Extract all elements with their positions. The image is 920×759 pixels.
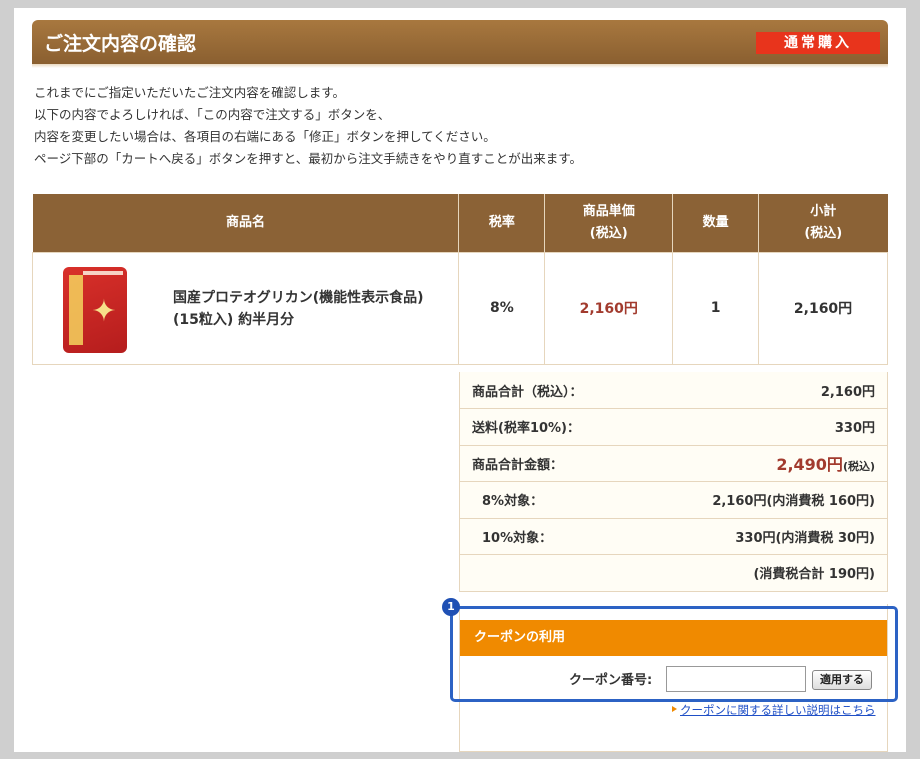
cart-header-row: 商品名 税率 商品単価 (税込) 数量 小計 (税込): [32, 194, 888, 252]
purchase-type-badge: 通常購入: [756, 32, 880, 54]
summary-row: 商品合計金額： 2,490円(税込): [458, 445, 888, 482]
summary-row: 10%対象： 330円(内消費税 30円): [458, 518, 888, 555]
goods-total-value: 2,160円: [638, 372, 888, 409]
grand-total-label: 商品合計金額：: [458, 445, 639, 482]
col-unit-price: 商品単価 (税込): [544, 194, 674, 252]
col-unit-price-label: 商品単価: [582, 203, 635, 219]
header-divider: [32, 64, 888, 68]
col-tax-rate: 税率: [458, 194, 546, 252]
col-unit-price-sub: (税込): [589, 225, 628, 241]
product-package-icon: ✦: [63, 266, 127, 353]
product-name-line: 国産プロテオグリカン(機能性表示食品): [173, 289, 424, 306]
product-subtotal: 2,160円: [758, 251, 888, 365]
product-cell: ✦ 国産プロテオグリカン(機能性表示食品) (15粒入) 約半月分: [31, 251, 460, 365]
tax8-value: 2,160円(内消費税 160円): [638, 481, 888, 519]
intro-line: 内容を変更したい場合は、各項目の右端にある「修正」ボタンを押してください。: [34, 129, 496, 144]
package-cap: [83, 270, 123, 275]
product-unit-price: 2,160円: [544, 251, 674, 365]
shipping-value: 330円: [638, 408, 888, 446]
col-subtotal-label: 小計: [810, 203, 837, 219]
product-tax-rate: 8%: [458, 251, 546, 365]
package-stripe: [69, 274, 83, 345]
col-subtotal: 小計 (税込): [758, 194, 888, 252]
intro-text: これまでにご指定いただいたご注文内容を確認します。 以下の内容でよろしければ、「…: [34, 82, 582, 170]
tax10-value: 330円(内消費税 30円): [638, 518, 888, 555]
coupon-help-link[interactable]: クーポンに関する詳しい説明はこちら: [670, 702, 876, 718]
intro-line: これまでにご指定いただいたご注文内容を確認します。: [34, 85, 346, 100]
order-summary: 商品合計（税込）： 2,160円 送料(税率10%)： 330円 商品合計金額：…: [458, 372, 888, 592]
product-name-line: (15粒入) 約半月分: [173, 311, 295, 328]
col-quantity: 数量: [672, 194, 760, 252]
tax8-label: 8%対象：: [458, 481, 639, 519]
col-product-name: 商品名: [32, 194, 460, 252]
grand-total-cell: 2,490円(税込): [638, 445, 888, 482]
summary-row: 8%対象： 2,160円(内消費税 160円): [458, 481, 888, 519]
tax-total-value: (消費税合計 190円): [638, 554, 888, 592]
shipping-label: 送料(税率10%)：: [458, 408, 639, 446]
page-header: ご注文内容の確認 通常購入: [32, 20, 888, 64]
package-figure: ✦: [91, 293, 117, 329]
table-row: ✦ 国産プロテオグリカン(機能性表示食品) (15粒入) 約半月分 8% 2,1…: [31, 251, 888, 365]
tax10-label: 10%対象：: [458, 518, 639, 555]
page-title: ご注文内容の確認: [44, 33, 197, 55]
order-confirmation-page: ご注文内容の確認 通常購入 これまでにご指定いただいたご注文内容を確認します。 …: [14, 8, 906, 752]
summary-row: 送料(税率10%)： 330円: [458, 408, 888, 446]
tax-total-spacer: [458, 554, 639, 592]
product-quantity: 1: [672, 251, 760, 365]
grand-total-suffix: (税込): [842, 460, 875, 474]
col-subtotal-sub: (税込): [804, 225, 843, 241]
summary-row: (消費税合計 190円): [458, 554, 888, 592]
summary-row: 商品合計（税込）： 2,160円: [458, 372, 888, 409]
product-name: 国産プロテオグリカン(機能性表示食品) (15粒入) 約半月分: [173, 287, 424, 331]
goods-total-label: 商品合計（税込）：: [458, 372, 639, 409]
intro-line: ページ下部の「カートへ戻る」ボタンを押すと、最初から注文手続きをやり直すことが出…: [34, 151, 583, 166]
intro-line: 以下の内容でよろしければ、「この内容で注文する」ボタンを、: [34, 107, 391, 122]
annotation-marker: 1: [442, 598, 460, 616]
cart-table: 商品名 税率 商品単価 (税込) 数量 小計 (税込) ✦ 国産プロテオグリカン(機…: [31, 194, 888, 365]
grand-total-value: 2,490円: [776, 455, 843, 475]
coupon-highlight-frame: [450, 606, 898, 702]
